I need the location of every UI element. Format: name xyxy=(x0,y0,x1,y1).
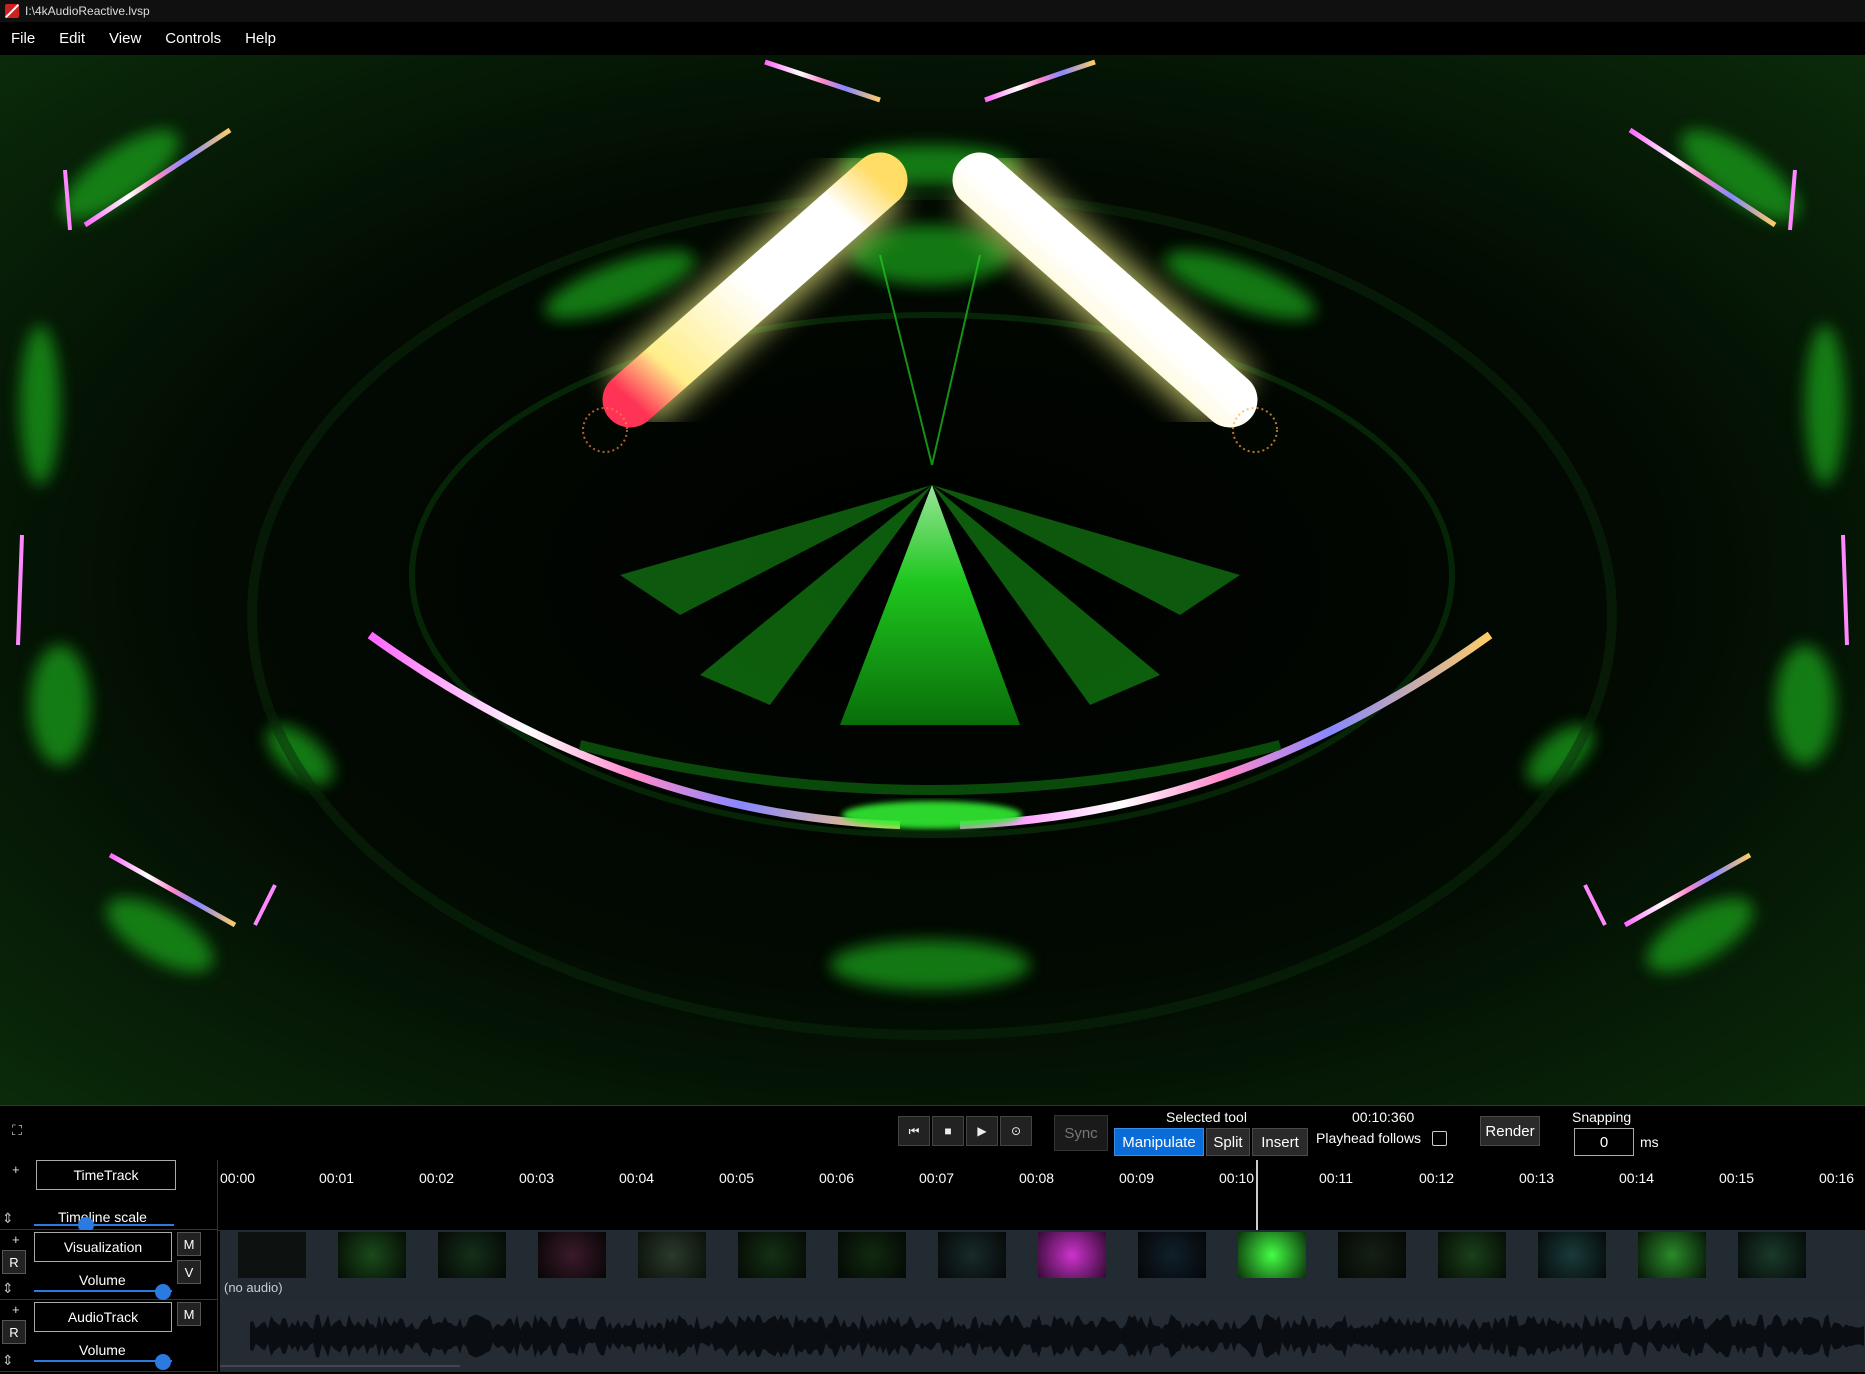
volume-thumb[interactable] xyxy=(155,1354,171,1370)
record-arm-button[interactable]: R xyxy=(2,1250,26,1274)
skip-start-button[interactable]: ⏮ xyxy=(898,1116,930,1146)
clip-thumbnail[interactable] xyxy=(238,1232,306,1278)
selected-tool-label: Selected tool xyxy=(1166,1109,1247,1125)
menu-controls[interactable]: Controls xyxy=(154,30,234,47)
add-track-icon[interactable]: + xyxy=(12,1232,20,1247)
stop-icon: ■ xyxy=(944,1124,952,1138)
tool-split-button[interactable]: Split xyxy=(1206,1128,1250,1156)
play-button[interactable]: ▶ xyxy=(966,1116,998,1146)
snapping-input[interactable] xyxy=(1574,1128,1634,1156)
tick-label: 00:12 xyxy=(1419,1170,1455,1186)
volume-slider[interactable] xyxy=(34,1290,172,1292)
tick-label: 00:07 xyxy=(919,1170,955,1186)
snapping-label: Snapping xyxy=(1572,1109,1632,1125)
timeline-scale-label: Timeline scale xyxy=(58,1209,147,1225)
menu-view[interactable]: View xyxy=(98,30,154,47)
resize-handle-icon[interactable]: ⇕ xyxy=(2,1280,14,1297)
transport-bar: ⛶ ⏮ ■ ▶ ⊙ Sync Selected tool Manipulate … xyxy=(0,1105,1865,1161)
menu-help[interactable]: Help xyxy=(234,30,289,47)
mute-button[interactable]: M xyxy=(177,1232,201,1256)
clip-thumbnail[interactable] xyxy=(1738,1232,1806,1278)
visualization-lane[interactable]: (no audio) xyxy=(220,1230,1865,1300)
no-audio-label: (no audio) xyxy=(224,1280,283,1295)
fullscreen-icon: ⛶ xyxy=(12,1121,22,1138)
sync-button[interactable]: Sync xyxy=(1054,1115,1108,1151)
audio-track-name[interactable]: AudioTrack xyxy=(34,1302,172,1332)
tick-label: 00:15 xyxy=(1719,1170,1755,1186)
clip-thumbnail[interactable] xyxy=(738,1232,806,1278)
render-button[interactable]: Render xyxy=(1480,1116,1540,1146)
preview-canvas xyxy=(0,55,1865,1105)
window-title: I:\4kAudioReactive.lvsp xyxy=(25,4,150,18)
tick-label: 00:08 xyxy=(1019,1170,1055,1186)
stop-button[interactable]: ■ xyxy=(932,1116,964,1146)
timeline-panel: + TimeTrack Timeline scale ⇕ 00:00 00:01… xyxy=(0,1160,1865,1374)
snapping-unit: ms xyxy=(1640,1134,1659,1150)
audio-track-header: + AudioTrack M R Volume ⇕ xyxy=(0,1300,218,1372)
skip-back-icon: ⏮ xyxy=(908,1123,920,1138)
clip-thumbnail[interactable] xyxy=(338,1232,406,1278)
fullscreen-button[interactable]: ⛶ xyxy=(7,1120,27,1140)
time-ruler[interactable]: 00:00 00:01 00:02 00:03 00:04 00:05 00:0… xyxy=(218,1160,1865,1231)
visualization-track-header: + Visualization M V R Volume ⇕ xyxy=(0,1230,218,1300)
tick-label: 00:04 xyxy=(619,1170,655,1186)
play-icon: ▶ xyxy=(977,1124,987,1138)
menu-edit[interactable]: Edit xyxy=(48,30,98,47)
tool-manipulate-button[interactable]: Manipulate xyxy=(1114,1128,1204,1156)
tick-label: 00:11 xyxy=(1319,1170,1353,1186)
app-logo-icon xyxy=(5,4,19,18)
clip-thumbnail[interactable] xyxy=(1238,1232,1306,1278)
volume-thumb[interactable] xyxy=(155,1284,171,1300)
time-display: 00:10:360 xyxy=(1352,1109,1415,1125)
timeline-scale-slider[interactable] xyxy=(34,1224,174,1226)
visualization-track-name[interactable]: Visualization xyxy=(34,1232,172,1262)
tick-label: 00:13 xyxy=(1519,1170,1555,1186)
resize-handle-icon[interactable]: ⇕ xyxy=(2,1352,14,1369)
tick-label: 00:10 xyxy=(1219,1170,1255,1186)
tick-label: 00:01 xyxy=(319,1170,355,1186)
tick-label: 00:00 xyxy=(220,1170,256,1186)
resize-handle-icon[interactable]: ⇕ xyxy=(2,1210,14,1227)
clip-thumbnail[interactable] xyxy=(1038,1232,1106,1278)
clip-thumbnail[interactable] xyxy=(838,1232,906,1278)
volume-slider[interactable] xyxy=(34,1360,172,1362)
tick-label: 00:09 xyxy=(1119,1170,1155,1186)
visualization-preview[interactable] xyxy=(0,55,1865,1105)
mute-button[interactable]: M xyxy=(177,1302,201,1326)
record-button[interactable]: ⊙ xyxy=(1000,1116,1032,1146)
clip-thumbnail[interactable] xyxy=(638,1232,706,1278)
clip-thumbnail[interactable] xyxy=(438,1232,506,1278)
timetrack-name[interactable]: TimeTrack xyxy=(36,1160,176,1190)
tick-label: 00:14 xyxy=(1619,1170,1655,1186)
clip-thumbnail[interactable] xyxy=(538,1232,606,1278)
tick-label: 00:05 xyxy=(719,1170,755,1186)
tick-label: 00:06 xyxy=(819,1170,855,1186)
playhead-follows-label: Playhead follows xyxy=(1316,1130,1422,1146)
add-track-icon[interactable]: + xyxy=(12,1302,20,1317)
volume-label: Volume xyxy=(79,1342,126,1358)
clip-thumbnail[interactable] xyxy=(1338,1232,1406,1278)
clip-thumbnail[interactable] xyxy=(1538,1232,1606,1278)
tool-insert-button[interactable]: Insert xyxy=(1252,1128,1308,1156)
menu-bar: File Edit View Controls Help xyxy=(0,22,1865,55)
timetrack-header: + TimeTrack Timeline scale ⇕ xyxy=(0,1160,218,1233)
clip-thumbnail[interactable] xyxy=(938,1232,1006,1278)
menu-file[interactable]: File xyxy=(0,30,48,47)
record-icon: ⊙ xyxy=(1010,1124,1022,1138)
playhead-follows-checkbox[interactable] xyxy=(1432,1131,1447,1146)
clip-thumbnail[interactable] xyxy=(1638,1232,1706,1278)
volume-label: Volume xyxy=(79,1272,126,1288)
record-arm-button[interactable]: R xyxy=(2,1320,26,1344)
tick-label: 00:02 xyxy=(419,1170,455,1186)
visibility-button[interactable]: V xyxy=(177,1260,201,1284)
title-bar: I:\4kAudioReactive.lvsp xyxy=(0,0,1865,22)
tick-label: 00:03 xyxy=(519,1170,555,1186)
add-track-icon[interactable]: + xyxy=(12,1162,20,1177)
clip-thumbnail[interactable] xyxy=(1438,1232,1506,1278)
tick-label: 00:16 xyxy=(1819,1170,1855,1186)
playhead[interactable] xyxy=(1256,1160,1258,1230)
audio-waveform xyxy=(220,1314,1864,1367)
clip-thumbnail[interactable] xyxy=(1138,1232,1206,1278)
audio-lane[interactable] xyxy=(220,1300,1865,1372)
